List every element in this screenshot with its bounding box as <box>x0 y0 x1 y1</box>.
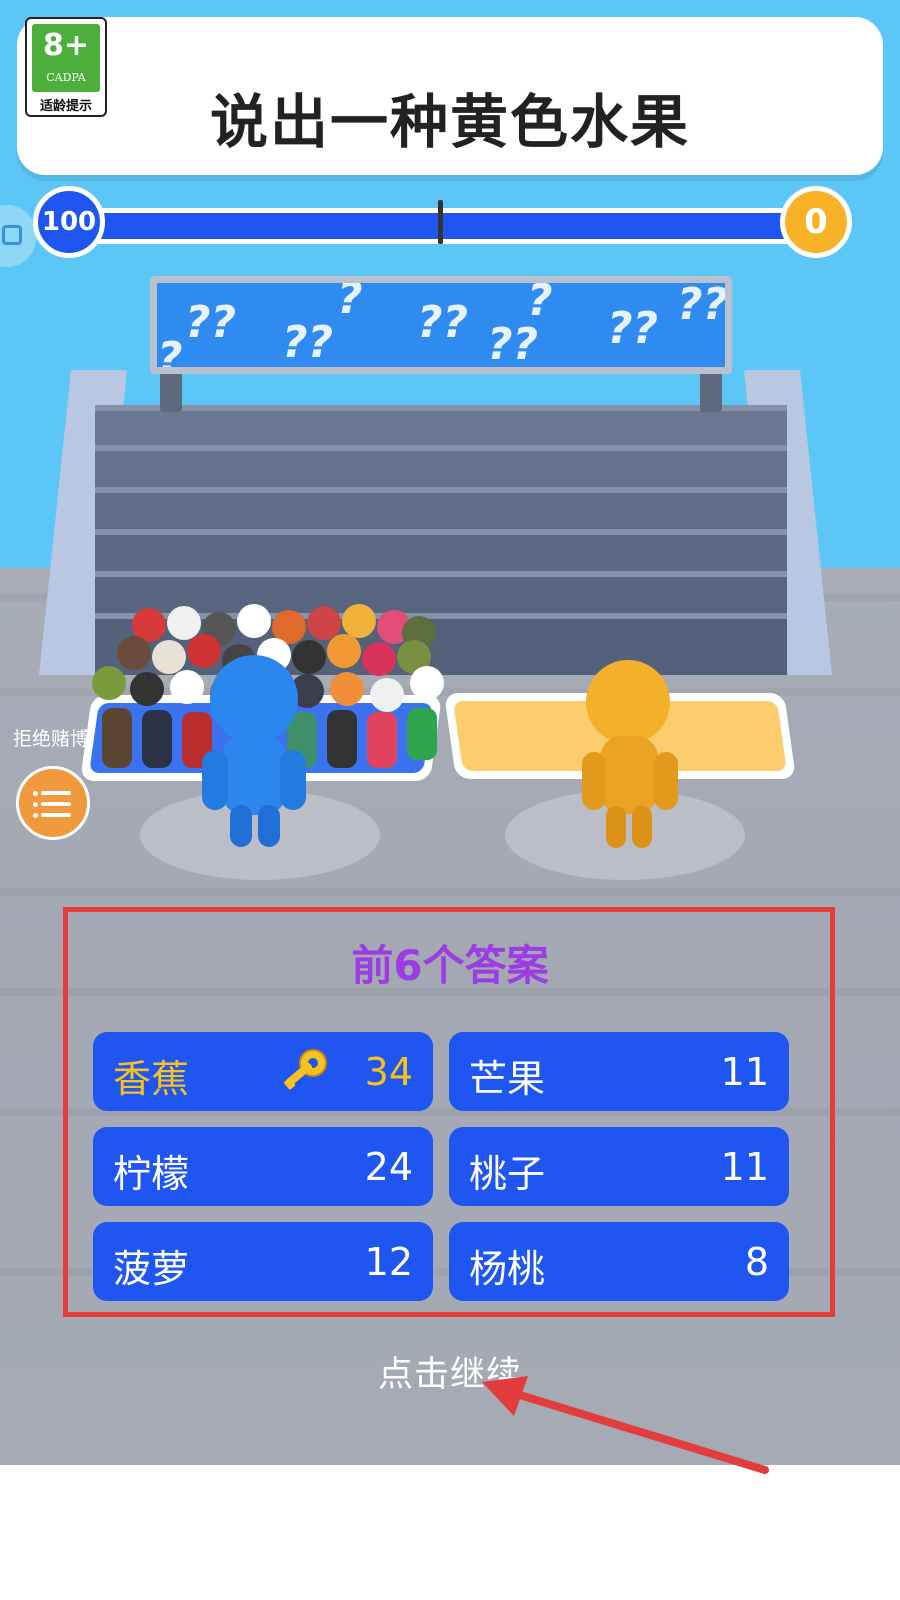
billboard-post <box>160 372 182 412</box>
age-rating-tip: 适龄提示 <box>39 99 92 114</box>
answer-text: 菠萝 <box>113 1247 190 1291</box>
age-rating-number: 8+ <box>42 28 89 63</box>
answer-count: 12 <box>364 1240 413 1284</box>
age-rating-org: CADPA <box>46 71 86 84</box>
answer-text: 芒果 <box>469 1057 546 1101</box>
answer-count: 24 <box>364 1145 413 1189</box>
answer-count: 11 <box>720 1145 769 1189</box>
billboard: ?? ?? ? ?? ?? ? ?? ?? ? <box>150 276 732 374</box>
answer-count: 8 <box>744 1240 769 1284</box>
player-score: 100 <box>33 186 105 258</box>
opponent-score: 0 <box>780 186 852 258</box>
score-bar-midpoint <box>438 200 443 244</box>
red-arrow-annotation <box>482 1376 769 1474</box>
orange-opponent-character <box>580 660 680 850</box>
score-progress-bar <box>70 208 830 244</box>
answer-card: 杨桃 8 <box>449 1222 789 1301</box>
gamepad-icon <box>2 225 22 245</box>
question-card: 说出一种黄色水果 <box>17 17 883 175</box>
answer-card: 芒果 11 <box>449 1032 789 1111</box>
answer-card: 菠萝 12 <box>93 1222 433 1301</box>
blue-player-character <box>200 655 310 850</box>
refuse-gambling-label: 拒绝赌博 <box>13 728 90 750</box>
answer-card: 桃子 11 <box>449 1127 789 1206</box>
billboard-post <box>700 372 722 412</box>
answer-text: 桃子 <box>469 1152 546 1196</box>
age-rating-badge: 8+ CADPA 适龄提示 <box>25 17 107 117</box>
answer-card: 香蕉 34 <box>93 1032 433 1111</box>
game-scene: ?? ?? ? ?? ?? ? ?? ?? ? 拒绝赌博 说出一种黄色水果 8+… <box>0 0 900 1465</box>
side-tab-button[interactable] <box>0 205 36 267</box>
answer-count: 11 <box>720 1050 769 1094</box>
question-text: 说出一种黄色水果 <box>209 88 690 156</box>
menu-button[interactable] <box>16 766 90 840</box>
answer-text: 香蕉 <box>113 1057 190 1101</box>
answers-title: 前6个答案 <box>351 941 549 990</box>
key-icon <box>284 1049 327 1090</box>
answer-count: 34 <box>364 1050 413 1094</box>
answer-text: 柠檬 <box>113 1152 190 1196</box>
answer-text: 杨桃 <box>469 1247 546 1291</box>
question-marks-display: ?? ?? ? ?? ?? ? ?? ?? ? <box>157 283 725 367</box>
answer-card: 柠檬 24 <box>93 1127 433 1206</box>
